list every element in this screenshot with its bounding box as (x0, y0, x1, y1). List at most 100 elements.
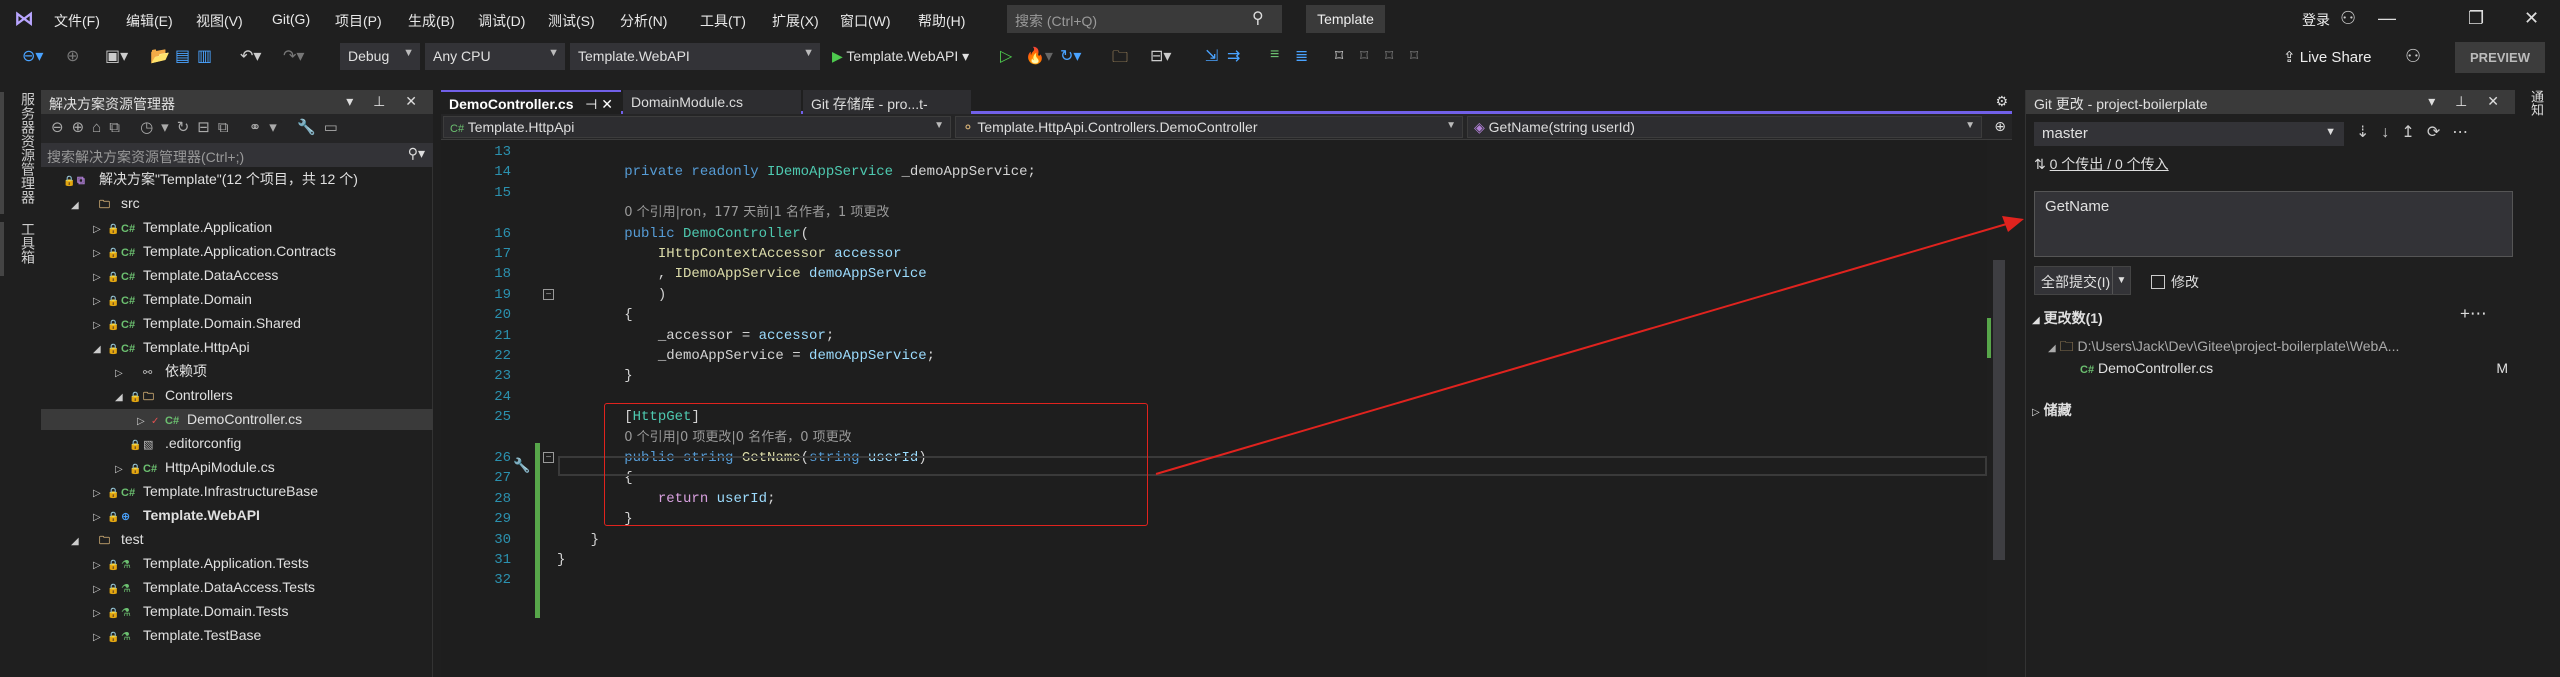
checkbox[interactable] (2151, 275, 2165, 289)
tree-item[interactable]: ▷ 🔒 C# Template.Domain.Shared (41, 313, 433, 334)
tree-item[interactable]: 🔒 ⧉ 解决方案"Template"(12 个项目，共 12 个) (41, 169, 433, 190)
comment-icon[interactable]: ≡ (1270, 46, 1279, 64)
collapsed-triangle-icon[interactable]: ▷ (93, 267, 107, 288)
solution-explorer-toolbar[interactable]: ⊖⊕⌂⧉ ◷▾↻⊟⧉ ⚭▾ 🔧▭ (41, 114, 433, 143)
platform-select[interactable]: Any CPU ▼ (425, 43, 565, 70)
tree-item[interactable]: ▷ 🔒 C# Template.Application (41, 217, 433, 238)
code-text[interactable]: 0 个引用|ron，177 天前|1 名作者，1 项更改 (557, 203, 889, 223)
search-input[interactable]: 搜索 (Ctrl+Q) ⚲ (1007, 5, 1282, 33)
tree-item[interactable]: ▷ 🔒 C# HttpApiModule.cs (41, 457, 433, 478)
changes-section-header[interactable]: ◢ 更改数(1) (2032, 308, 2103, 328)
menu-item[interactable]: 生成(B) (408, 11, 455, 31)
expanded-triangle-icon[interactable]: ◢ (93, 339, 107, 360)
collapsed-triangle-icon[interactable]: ▷ (93, 219, 107, 240)
add-user-icon[interactable]: ⚇ (2340, 8, 2356, 29)
browse-folder-icon[interactable]: 🗀 (1112, 46, 1128, 73)
sync-icon[interactable]: ⟳ (2427, 124, 2452, 141)
menu-item[interactable]: 编辑(E) (126, 11, 173, 31)
menu-item[interactable]: 视图(V) (196, 11, 243, 31)
tree-item[interactable]: ▷ 🔒 ⚗ Template.Application.Tests (41, 553, 433, 574)
hot-reload-icon[interactable]: 🔥▾ (1025, 46, 1053, 66)
collapsed-triangle-icon[interactable]: ▷ (115, 363, 129, 384)
collapsed-triangle-icon[interactable]: ▷ (93, 315, 107, 336)
project-dropdown[interactable]: C# Template.HttpApi ▼ (443, 116, 951, 138)
branch-dropdown[interactable]: master ▼ (2034, 122, 2344, 146)
collapsed-triangle-icon[interactable]: ▷ (93, 483, 107, 504)
tree-item[interactable]: 🔒 ▧ .editorconfig (41, 433, 433, 454)
menu-item[interactable]: 扩展(X) (772, 11, 819, 31)
tree-item[interactable]: ▷ ✓ C# DemoController.cs (41, 409, 433, 430)
expanded-triangle-icon[interactable]: ◢ (71, 195, 85, 216)
fold-collapse-icon[interactable]: − (543, 452, 554, 463)
menu-item[interactable]: 工具(T) (700, 11, 746, 31)
back-icon[interactable]: ⊖▾ (22, 46, 43, 66)
collapsed-triangle-icon[interactable]: ▷ (93, 291, 107, 312)
change-folder-path[interactable]: ◢ 🗀 D:\Users\Jack\Dev\Gitee\project-boil… (2048, 336, 2399, 360)
tree-item[interactable]: ▷ 🔒 C# Template.InfrastructureBase (41, 481, 433, 502)
feedback-icon[interactable]: ⚇ (2405, 46, 2421, 67)
tree-item[interactable]: ◢ 🗀 src (41, 193, 433, 214)
new-project-icon[interactable]: ▣▾ (105, 46, 128, 66)
clear-bookmarks-icon[interactable]: ⌑ (1410, 46, 1418, 66)
tree-item[interactable]: ◢ 🔒 🗀 Controllers (41, 385, 433, 406)
tree-item[interactable]: ▷ 🔒 ⚗ Template.Domain.Tests (41, 601, 433, 622)
minimize-button[interactable]: — (2378, 8, 2396, 29)
tab-democontroller[interactable]: DemoController.cs ⊣ ✕ (441, 90, 621, 114)
outgoing-incoming-link[interactable]: 0 个传出 / 0 个传入 (2050, 156, 2169, 172)
more-icon[interactable]: ⋯ (2452, 124, 2480, 141)
panel-controls[interactable]: ▾ ⊥ ✕ (2428, 93, 2507, 110)
restore-button[interactable]: ❐ (2468, 8, 2484, 29)
member-dropdown[interactable]: ◈ GetName(string userId) ▼ (1467, 116, 1982, 138)
format-icon[interactable]: ⇉ (1227, 46, 1240, 66)
tree-item[interactable]: ▷ 🔒 ⊕ Template.WebAPI (41, 505, 433, 526)
undo-icon[interactable]: ↶▾ (240, 46, 261, 66)
type-dropdown[interactable]: ⚬ Template.HttpApi.Controllers.DemoContr… (955, 116, 1463, 138)
push-icon[interactable]: ↥ (2401, 124, 2426, 141)
redo-icon[interactable]: ↷▾ (283, 46, 304, 66)
bookmark-icon[interactable]: ⌑ (1335, 46, 1343, 66)
collapsed-triangle-icon[interactable]: ▷ (93, 579, 107, 600)
notifications-tab[interactable]: 通知 (2527, 90, 2546, 116)
settings-gear-icon[interactable]: ⚙ (1995, 93, 2008, 110)
commit-message-input[interactable]: GetName (2034, 191, 2513, 257)
save-icon[interactable]: ▤ (175, 46, 190, 66)
stash-section-header[interactable]: ▷ 储藏 (2032, 400, 2072, 420)
stage-all-more-icons[interactable]: +⋯ (2460, 304, 2487, 324)
next-bookmark-icon[interactable]: ⌑ (1385, 46, 1393, 66)
panel-controls[interactable]: ▾ ⊥ ✕ (346, 93, 425, 110)
server-explorer-tab[interactable]: 服务器资源管理器 (0, 92, 36, 214)
tree-item[interactable]: ▷ 🔒 C# Template.DataAccess (41, 265, 433, 286)
collapsed-triangle-icon[interactable]: ▷ (115, 459, 129, 480)
preview-badge[interactable]: PREVIEW (2455, 42, 2545, 73)
menu-item[interactable]: 测试(S) (548, 11, 595, 31)
refresh-icon[interactable]: ↻▾ (1060, 46, 1081, 66)
tab-git-repository[interactable]: Git 存储库 - pro...t-boilerplate (803, 90, 971, 130)
close-button[interactable]: ✕ (2524, 8, 2539, 29)
menu-item[interactable]: 项目(P) (335, 11, 382, 31)
start-without-debugging-icon[interactable]: ▷ (1000, 46, 1012, 66)
menu-item[interactable]: 帮助(H) (918, 11, 965, 31)
pull-icon[interactable]: ↓ (2381, 124, 2401, 141)
tree-item[interactable]: ▷ ⚯ 依赖项 (41, 361, 433, 382)
tree-item[interactable]: ◢ 🗀 test (41, 529, 433, 550)
tree-item[interactable]: ◢ 🔒 C# Template.HttpApi (41, 337, 433, 358)
live-share-button[interactable]: ⇪ Live Share (2283, 48, 2371, 66)
fold-collapse-icon[interactable]: − (543, 288, 554, 300)
commit-all-button[interactable]: 全部提交(I) ▼ (2034, 266, 2131, 295)
toolbox-tab[interactable]: 工具箱 (0, 222, 36, 276)
expanded-triangle-icon[interactable]: ◢ (71, 531, 85, 552)
collapsed-triangle-icon[interactable]: ▷ (93, 603, 107, 624)
collapsed-triangle-icon[interactable]: ▷ (93, 507, 107, 528)
fetch-icon[interactable]: ⇣ (2356, 124, 2381, 141)
collapsed-triangle-icon[interactable]: ▷ (93, 555, 107, 576)
menu-item[interactable]: Git(G) (272, 11, 310, 27)
tab-domainmodule[interactable]: DomainModule.cs (623, 90, 801, 114)
uncomment-icon[interactable]: ≣ (1295, 46, 1308, 66)
menu-item[interactable]: 调试(D) (478, 11, 525, 31)
split-icon[interactable]: ⊕ (1994, 118, 2006, 135)
collapsed-triangle-icon[interactable]: ▷ (137, 411, 151, 432)
start-debugging-button[interactable]: ▶ Template.WebAPI ▾ (832, 48, 969, 65)
collapsed-triangle-icon[interactable]: ▷ (93, 243, 107, 264)
collapsed-triangle-icon[interactable]: ▷ (93, 627, 107, 648)
layout-icon[interactable]: ⊟▾ (1150, 46, 1171, 66)
